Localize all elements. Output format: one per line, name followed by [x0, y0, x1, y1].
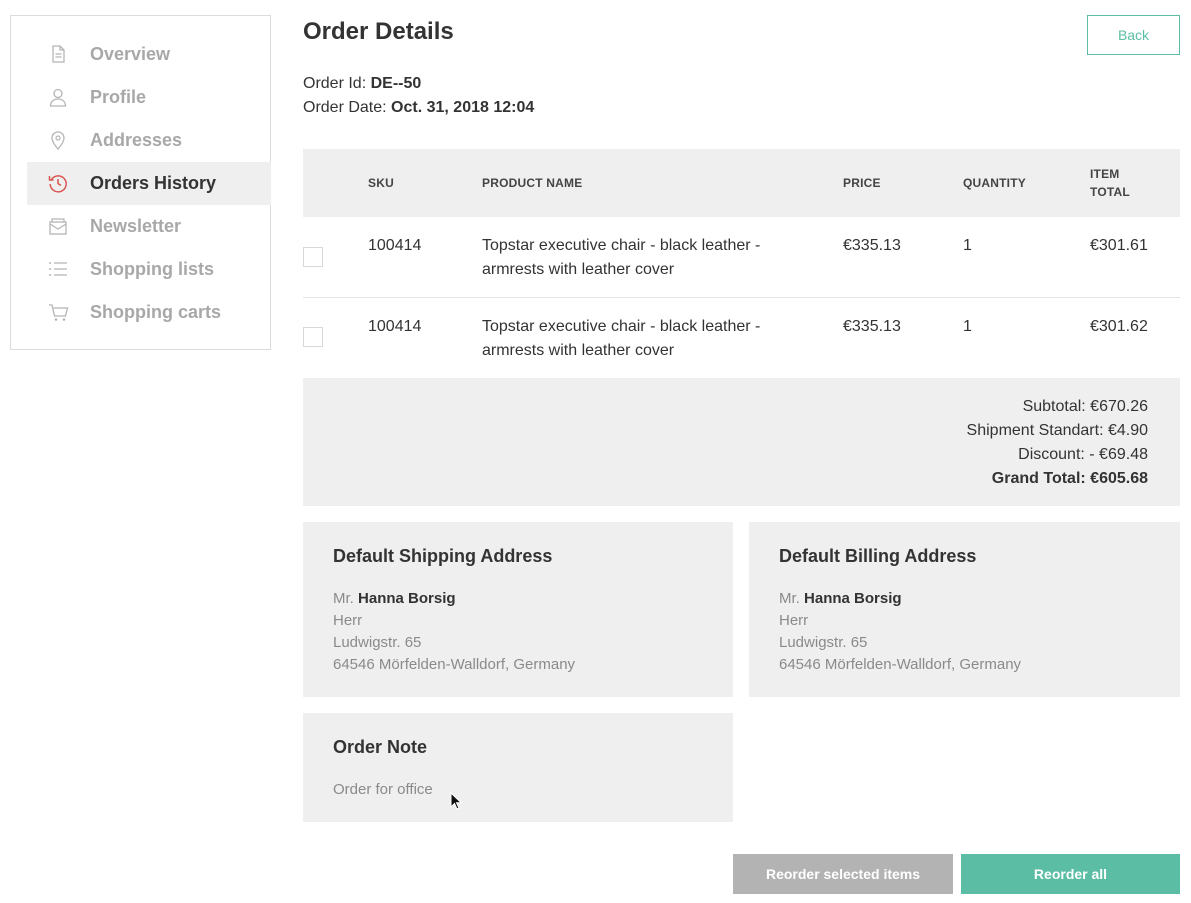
subtotal: Subtotal: €670.26 [1022, 398, 1148, 415]
shipping-customer-name: Hanna Borsig [358, 590, 456, 607]
column-header-item-total: ITEM TOTAL [1090, 165, 1130, 201]
sidebar-item-shopping-carts[interactable]: Shopping carts [27, 291, 271, 334]
account-sidebar: Overview Profile Addresses Orders Histor… [10, 15, 271, 350]
row-product-name: Topstar executive chair - black leather … [482, 234, 760, 282]
row-quantity: 1 [963, 237, 972, 254]
reorder-selected-button[interactable]: Reorder selected items [733, 854, 953, 894]
row-product-name-line1: Topstar executive chair - black leather … [482, 237, 761, 254]
order-date-value: Oct. 31, 2018 12:04 [391, 99, 535, 116]
row-price: €335.13 [843, 237, 901, 254]
order-id-value: DE--50 [370, 75, 422, 92]
billing-address-name: Mr. Hanna Borsig [779, 590, 902, 607]
column-header-price: PRICE [843, 176, 881, 190]
column-header-item-total-line2: TOTAL [1090, 185, 1130, 199]
row-product-name-line2: armrests with leather cover [482, 342, 675, 359]
row-total: €301.62 [1090, 318, 1148, 335]
order-id-label: Order Id: [303, 75, 367, 92]
sidebar-item-addresses[interactable]: Addresses [27, 119, 271, 162]
sidebar-item-label: Overview [90, 44, 171, 64]
shipment-cost: Shipment Standart: €4.90 [966, 422, 1148, 439]
shipping-address-line: Ludwigstr. 65 [333, 634, 422, 651]
user-icon [47, 86, 69, 108]
billing-customer-name: Hanna Borsig [804, 590, 902, 607]
row-product-name: Topstar executive chair - black leather … [482, 315, 760, 363]
row-price: €335.13 [843, 318, 901, 335]
sidebar-item-newsletter[interactable]: Newsletter [27, 205, 271, 248]
sidebar-item-label: Profile [90, 87, 147, 107]
order-note-card: Order Note Order for office [303, 713, 733, 822]
order-totals: Subtotal: €670.26 Shipment Standart: €4.… [303, 378, 1180, 506]
list-icon [47, 258, 69, 280]
row-product-name-line1: Topstar executive chair - black leather … [482, 318, 761, 335]
sidebar-item-shopping-lists[interactable]: Shopping lists [27, 248, 271, 291]
row-total: €301.61 [1090, 237, 1148, 254]
shipping-salutation: Mr. [333, 590, 354, 607]
billing-address-line: Herr [779, 612, 809, 629]
reorder-all-button[interactable]: Reorder all [961, 854, 1180, 894]
row-sku: 100414 [368, 318, 422, 335]
table-row: 100414 Topstar executive chair - black l… [303, 217, 1180, 298]
shipping-address-title: Default Shipping Address [333, 546, 553, 566]
row-select-checkbox[interactable] [303, 247, 323, 267]
sidebar-item-label: Shopping lists [90, 259, 214, 279]
column-header-product-name: PRODUCT NAME [482, 176, 583, 190]
history-icon [47, 172, 69, 194]
column-header-item-total-line1: ITEM [1090, 167, 1120, 181]
billing-address-line: 64546 Mörfelden-Walldorf, Germany [779, 656, 1022, 673]
sidebar-item-orders-history[interactable]: Orders History [27, 162, 271, 205]
order-note-title: Order Note [333, 737, 428, 757]
envelope-icon [47, 215, 69, 237]
billing-address-card: Default Billing Address Mr. Hanna Borsig… [749, 522, 1180, 697]
order-date: Order Date: Oct. 31, 2018 12:04 [303, 99, 534, 117]
discount: Discount: - €69.48 [1018, 446, 1148, 463]
sidebar-item-label: Shopping carts [90, 302, 222, 322]
table-row: 100414 Topstar executive chair - black l… [303, 298, 1180, 379]
row-product-name-line2: armrests with leather cover [482, 261, 675, 278]
sidebar-item-profile[interactable]: Profile [27, 76, 271, 119]
row-sku: 100414 [368, 237, 422, 254]
order-date-label: Order Date: [303, 99, 387, 116]
row-quantity: 1 [963, 318, 972, 335]
billing-address-title: Default Billing Address [779, 546, 977, 566]
shipping-address-card: Default Shipping Address Mr. Hanna Borsi… [303, 522, 733, 697]
sidebar-item-label: Orders History [90, 173, 217, 193]
order-items-table-header: SKU PRODUCT NAME PRICE QUANTITY ITEM TOT… [303, 149, 1180, 217]
sidebar-item-label: Addresses [90, 130, 183, 150]
cart-icon [47, 301, 69, 323]
billing-salutation: Mr. [779, 590, 800, 607]
sidebar-item-overview[interactable]: Overview [27, 33, 271, 76]
order-id: Order Id: DE--50 [303, 75, 421, 93]
column-header-quantity: QUANTITY [963, 176, 1026, 190]
row-select-checkbox[interactable] [303, 327, 323, 347]
shipping-address-line: Herr [333, 612, 363, 629]
page-title: Order Details [303, 18, 454, 45]
document-icon [47, 43, 69, 65]
location-pin-icon [47, 129, 69, 151]
back-button[interactable]: Back [1087, 15, 1180, 55]
order-note-text: Order for office [333, 781, 433, 798]
shipping-address-line: 64546 Mörfelden-Walldorf, Germany [333, 656, 576, 673]
mouse-cursor-icon [450, 792, 462, 810]
sidebar-item-label: Newsletter [90, 216, 182, 236]
column-header-sku: SKU [368, 176, 394, 190]
grand-total: Grand Total: €605.68 [991, 470, 1148, 487]
billing-address-line: Ludwigstr. 65 [779, 634, 868, 651]
shipping-address-name: Mr. Hanna Borsig [333, 590, 456, 607]
